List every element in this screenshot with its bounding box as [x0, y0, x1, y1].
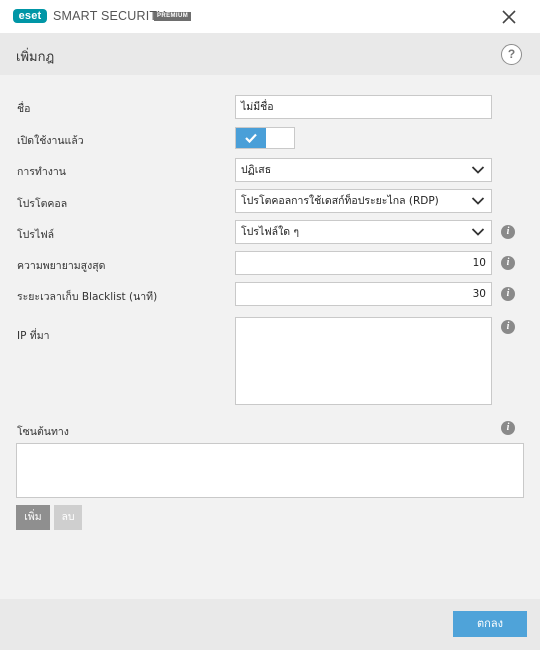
chevron-down-icon — [471, 197, 485, 205]
eset-logo: eset — [13, 9, 47, 23]
source-ip-label: IP ที่มา — [17, 330, 50, 342]
close-icon — [502, 10, 516, 24]
profile-select[interactable]: โปรไฟล์ใด ๆ — [235, 220, 492, 244]
protocol-select[interactable]: โปรโตคอลการใช้เดสก์ท็อประยะไกล (RDP) — [235, 189, 492, 213]
chevron-down-icon — [471, 228, 485, 236]
dialog-header: เพิ่มกฎ — [0, 33, 540, 75]
edition-badge: PREMIUM — [154, 12, 192, 21]
enabled-toggle[interactable] — [235, 127, 295, 149]
ok-button[interactable]: ตกลง — [453, 611, 527, 637]
name-label: ชื่อ — [17, 103, 31, 115]
max-attempts-label: ความพยายามสูงสุด — [17, 260, 106, 272]
check-icon — [245, 133, 257, 144]
help-button[interactable]: ? — [501, 44, 522, 65]
blacklist-retention-label: ระยะเวลาเก็บ Blacklist (นาที) — [17, 291, 158, 303]
close-button[interactable] — [498, 6, 520, 28]
action-value: ปฏิเสธ — [241, 164, 272, 176]
enabled-label: เปิดใช้งานแล้ว — [17, 135, 84, 147]
source-ip-textarea[interactable] — [235, 317, 492, 405]
profile-value: โปรไฟล์ใด ๆ — [241, 226, 300, 238]
protocol-label: โปรโตคอล — [17, 198, 68, 210]
name-field[interactable]: ไม่มีชื่อ — [235, 95, 492, 119]
chevron-down-icon — [471, 166, 485, 174]
add-button[interactable]: เพิ่ม — [16, 505, 50, 530]
action-select[interactable]: ปฏิเสธ — [235, 158, 492, 182]
action-label: การทำงาน — [17, 166, 66, 178]
info-icon[interactable]: i — [501, 421, 515, 435]
page-title: เพิ่มกฎ — [16, 50, 55, 65]
protocol-value: โปรโตคอลการใช้เดสก์ท็อประยะไกล (RDP) — [241, 195, 439, 207]
source-zones-label: โซนต้นทาง — [17, 426, 69, 438]
info-icon[interactable]: i — [501, 287, 515, 301]
remove-button[interactable]: ลบ — [54, 505, 82, 530]
toggle-on-segment — [236, 128, 266, 148]
title-bar: eset SMART SECURITY PREMIUM — [0, 0, 540, 33]
profile-label: โปรไฟล์ — [17, 229, 55, 241]
product-name: SMART SECURITY — [53, 9, 166, 23]
info-icon[interactable]: i — [501, 320, 515, 334]
blacklist-retention-field[interactable]: 30 — [235, 282, 492, 306]
source-zones-list[interactable] — [16, 443, 524, 498]
max-attempts-field[interactable]: 10 — [235, 251, 492, 275]
info-icon[interactable]: i — [501, 225, 515, 239]
info-icon[interactable]: i — [501, 256, 515, 270]
